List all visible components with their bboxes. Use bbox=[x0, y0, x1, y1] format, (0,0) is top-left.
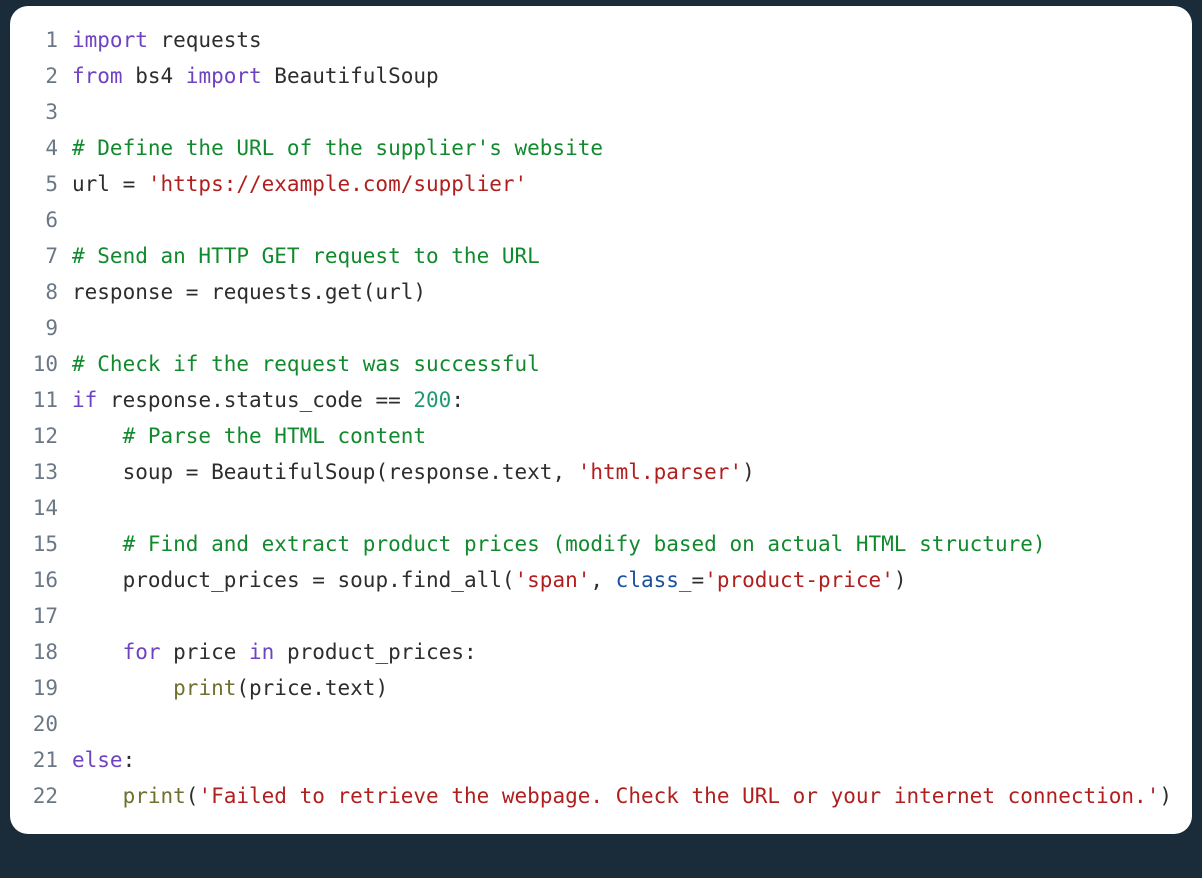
code-text: import requests bbox=[72, 22, 1172, 58]
line-number: 21 bbox=[30, 742, 72, 778]
line-number: 3 bbox=[30, 94, 72, 130]
line-number: 8 bbox=[30, 274, 72, 310]
line-number: 9 bbox=[30, 310, 72, 346]
code-text: # Find and extract product prices (modif… bbox=[72, 526, 1172, 562]
code-line: 17 bbox=[30, 598, 1172, 634]
code-text: product_prices = soup.find_all('span', c… bbox=[72, 562, 1172, 598]
code-card: 1 import requests 2 from bs4 import Beau… bbox=[10, 6, 1192, 834]
line-number: 20 bbox=[30, 706, 72, 742]
code-text: for price in product_prices: bbox=[72, 634, 1172, 670]
line-number: 2 bbox=[30, 58, 72, 94]
line-number: 13 bbox=[30, 454, 72, 490]
code-line: 14 bbox=[30, 490, 1172, 526]
code-text: # Parse the HTML content bbox=[72, 418, 1172, 454]
line-number: 14 bbox=[30, 490, 72, 526]
line-number: 11 bbox=[30, 382, 72, 418]
code-text: # Check if the request was successful bbox=[72, 346, 1172, 382]
code-line: 11 if response.status_code == 200: bbox=[30, 382, 1172, 418]
code-line: 12 # Parse the HTML content bbox=[30, 418, 1172, 454]
code-line: 21 else: bbox=[30, 742, 1172, 778]
code-line: 18 for price in product_prices: bbox=[30, 634, 1172, 670]
code-line: 10 # Check if the request was successful bbox=[30, 346, 1172, 382]
code-line: 13 soup = BeautifulSoup(response.text, '… bbox=[30, 454, 1172, 490]
code-line: 4 # Define the URL of the supplier's web… bbox=[30, 130, 1172, 166]
line-number: 18 bbox=[30, 634, 72, 670]
line-number: 5 bbox=[30, 166, 72, 202]
code-line: 5 url = 'https://example.com/supplier' bbox=[30, 166, 1172, 202]
line-number: 16 bbox=[30, 562, 72, 598]
line-number: 4 bbox=[30, 130, 72, 166]
code-line: 1 import requests bbox=[30, 22, 1172, 58]
code-line: 7 # Send an HTTP GET request to the URL bbox=[30, 238, 1172, 274]
line-number: 6 bbox=[30, 202, 72, 238]
line-number: 22 bbox=[30, 778, 72, 814]
code-text: else: bbox=[72, 742, 1172, 778]
code-line: 15 # Find and extract product prices (mo… bbox=[30, 526, 1172, 562]
line-number: 12 bbox=[30, 418, 72, 454]
code-line: 6 bbox=[30, 202, 1172, 238]
code-text: if response.status_code == 200: bbox=[72, 382, 1172, 418]
line-number: 19 bbox=[30, 670, 72, 706]
code-text: # Send an HTTP GET request to the URL bbox=[72, 238, 1172, 274]
line-number: 15 bbox=[30, 526, 72, 562]
code-line: 8 response = requests.get(url) bbox=[30, 274, 1172, 310]
line-number: 1 bbox=[30, 22, 72, 58]
line-number: 17 bbox=[30, 598, 72, 634]
code-line: 22 print('Failed to retrieve the webpage… bbox=[30, 778, 1172, 814]
code-text: soup = BeautifulSoup(response.text, 'htm… bbox=[72, 454, 1172, 490]
code-line: 3 bbox=[30, 94, 1172, 130]
code-text: print('Failed to retrieve the webpage. C… bbox=[72, 778, 1172, 814]
code-text: response = requests.get(url) bbox=[72, 274, 1172, 310]
line-number: 7 bbox=[30, 238, 72, 274]
code-line: 19 print(price.text) bbox=[30, 670, 1172, 706]
code-text: url = 'https://example.com/supplier' bbox=[72, 166, 1172, 202]
code-line: 16 product_prices = soup.find_all('span'… bbox=[30, 562, 1172, 598]
code-text: from bs4 import BeautifulSoup bbox=[72, 58, 1172, 94]
code-line: 9 bbox=[30, 310, 1172, 346]
code-text: # Define the URL of the supplier's websi… bbox=[72, 130, 1172, 166]
code-line: 20 bbox=[30, 706, 1172, 742]
code-text: print(price.text) bbox=[72, 670, 1172, 706]
code-line: 2 from bs4 import BeautifulSoup bbox=[30, 58, 1172, 94]
line-number: 10 bbox=[30, 346, 72, 382]
